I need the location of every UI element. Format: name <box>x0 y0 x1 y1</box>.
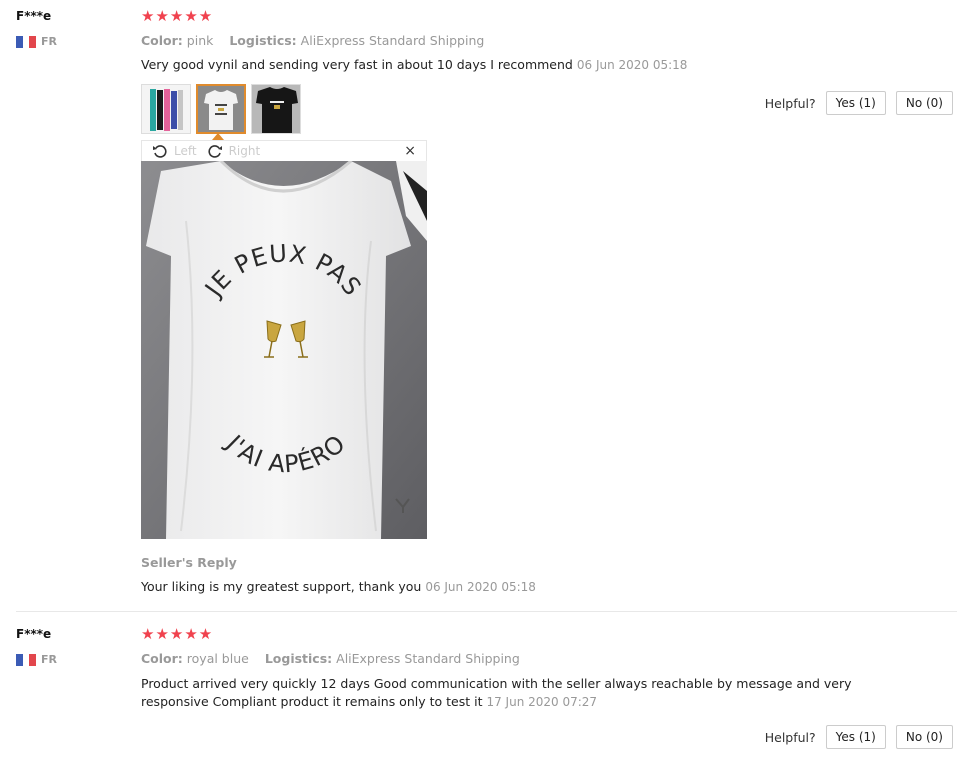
reviewer-name: F***e <box>16 9 52 23</box>
rotate-left-label: Left <box>174 144 197 158</box>
helpful-label: Helpful? <box>764 729 816 745</box>
reviewer-country: FR <box>16 35 57 48</box>
review-date: 17 Jun 2020 07:27 <box>486 695 598 709</box>
review-body-line-2: responsive Compliant product it remains … <box>141 694 483 709</box>
logistics-label: Logistics: <box>264 651 333 666</box>
review-thumbnail-selected[interactable] <box>196 84 246 134</box>
rotate-right-icon <box>208 145 222 158</box>
review-body-line-1: Product arrived very quickly 12 days Goo… <box>141 676 852 691</box>
review-thumbnail[interactable] <box>141 84 191 134</box>
country-code: FR <box>41 653 57 666</box>
france-flag-icon <box>16 35 36 48</box>
helpful-label: Helpful? <box>764 95 816 111</box>
selected-thumbnail-pointer <box>212 133 224 140</box>
reviewer-name: F***e <box>16 627 52 641</box>
rotate-left-button[interactable]: Left <box>152 144 197 158</box>
helpful-no-button[interactable]: No (0) <box>895 725 953 749</box>
review-text: Product arrived very quickly 12 days Goo… <box>141 675 852 711</box>
logistics-label: Logistics: <box>229 33 297 48</box>
helpful-votes: Helpful? Yes (1) No (0) <box>765 725 953 749</box>
star-rating: ★★★★★ <box>141 7 214 25</box>
seller-reply-date: 06 Jun 2020 05:18 <box>425 580 536 594</box>
color-value: royal blue <box>186 651 249 666</box>
logistics-value: AliExpress Standard Shipping <box>336 651 520 666</box>
color-label: Color: <box>141 651 183 666</box>
star-rating: ★★★★★ <box>141 625 214 643</box>
color-value: pink <box>186 33 214 48</box>
color-label: Color: <box>141 33 183 48</box>
image-viewer-toolbar: Left Right × <box>141 140 427 161</box>
helpful-yes-button[interactable]: Yes (1) <box>825 91 886 115</box>
review-photo-enlarged: JE PEUX PAS J'AI APÉRO <box>141 161 427 539</box>
review-text: Very good vynil and sending very fast in… <box>141 56 687 74</box>
country-code: FR <box>41 35 57 48</box>
review-date: 06 Jun 2020 05:18 <box>576 58 688 72</box>
seller-reply: Your liking is my greatest support, than… <box>141 578 536 596</box>
rotate-left-icon <box>153 145 167 158</box>
review-thumbnail[interactable] <box>251 84 301 134</box>
helpful-yes-button[interactable]: Yes (1) <box>825 725 886 749</box>
review-divider <box>16 611 957 612</box>
seller-reply-label: Seller's Reply <box>141 555 237 570</box>
seller-reply-text: Your liking is my greatest support, than… <box>141 579 422 594</box>
close-viewer-button[interactable]: × <box>404 143 416 159</box>
france-flag-icon <box>16 653 36 666</box>
review-body: Very good vynil and sending very fast in… <box>141 57 573 72</box>
helpful-votes: Helpful? Yes (1) No (0) <box>765 91 953 115</box>
review-thumbnails <box>141 84 301 134</box>
rotate-right-label: Right <box>228 144 261 158</box>
logistics-value: AliExpress Standard Shipping <box>300 33 485 48</box>
review-meta: Color: royal blue Logistics: AliExpress … <box>141 651 520 666</box>
rotate-right-button[interactable]: Right <box>207 144 261 158</box>
helpful-no-button[interactable]: No (0) <box>895 91 953 115</box>
reviewer-country: FR <box>16 653 57 666</box>
review-meta: Color: pink Logistics: AliExpress Standa… <box>141 33 484 48</box>
